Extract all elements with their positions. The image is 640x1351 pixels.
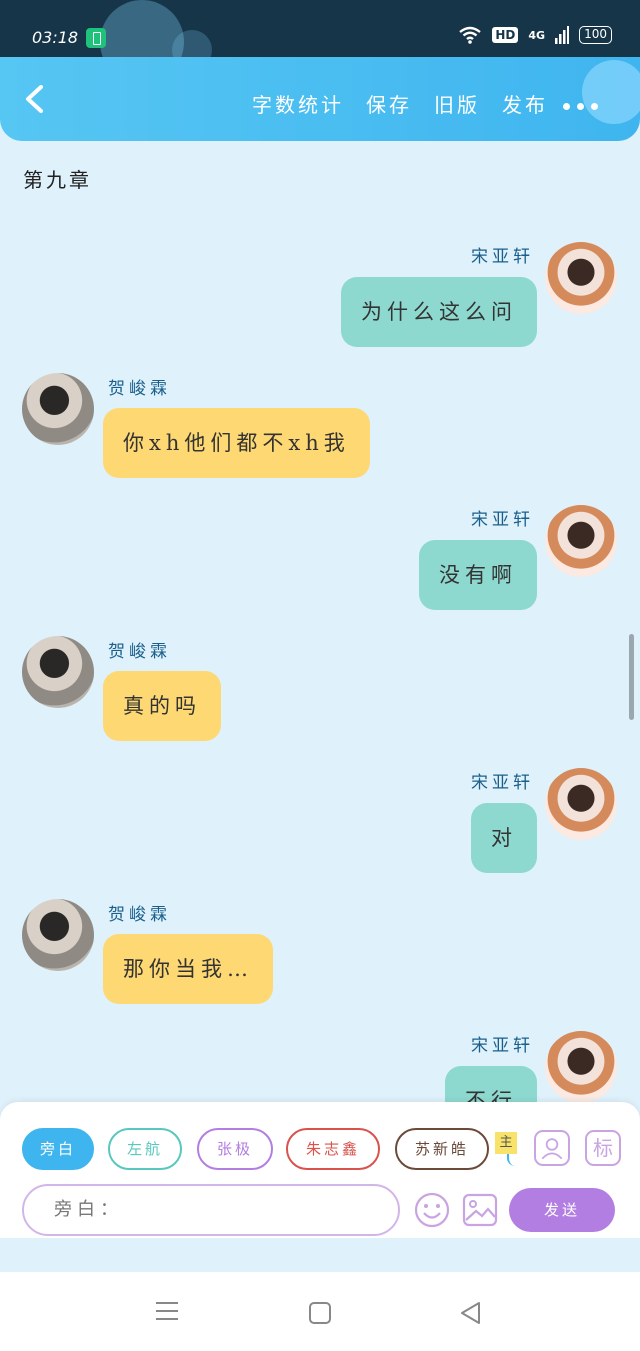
role-chip-narration[interactable]: 旁白 [22, 1128, 94, 1170]
recent-apps-icon[interactable] [156, 1302, 178, 1326]
avatar[interactable] [545, 768, 617, 840]
main-role-tag-pointer [507, 1154, 517, 1166]
image-icon[interactable] [462, 1192, 498, 1228]
sender-name: 贺峻霖 [108, 379, 171, 399]
emoji-icon[interactable] [414, 1192, 450, 1228]
sender-name: 宋亚轩 [471, 510, 534, 530]
network-label: 4G [528, 28, 546, 42]
send-button[interactable]: 发送 [509, 1188, 615, 1232]
top-navigation: 字数统计 保存 旧版 发布 [0, 57, 640, 141]
composer-panel: 旁白 左航 张极 朱志鑫 苏新皓 主 标 旁白： 发送 [0, 1102, 640, 1238]
role-chip[interactable]: 左航 [108, 1128, 182, 1170]
home-icon[interactable] [309, 1302, 331, 1324]
avatar[interactable] [22, 373, 94, 445]
more-icon[interactable] [563, 103, 598, 110]
word-count-button[interactable]: 字数统计 [252, 89, 344, 118]
sender-name: 宋亚轩 [471, 247, 534, 267]
clock: 03:18 [32, 28, 79, 47]
battery-indicator: 100 [579, 26, 612, 44]
back-icon[interactable] [22, 85, 48, 113]
save-button[interactable]: 保存 [366, 89, 412, 118]
role-chip[interactable]: 张极 [197, 1128, 273, 1170]
mark-icon[interactable]: 标 [585, 1130, 621, 1166]
message-bubble[interactable]: 真的吗 [103, 671, 221, 741]
role-chip[interactable]: 朱志鑫 [286, 1128, 380, 1170]
system-back-icon[interactable] [458, 1300, 484, 1326]
main-role-tag[interactable]: 主 [495, 1132, 517, 1154]
sender-name: 贺峻霖 [108, 905, 171, 925]
sender-name: 宋亚轩 [471, 773, 534, 793]
decor-bubble [172, 30, 212, 58]
hd-badge: HD [492, 27, 519, 43]
old-version-button[interactable]: 旧版 [434, 89, 480, 118]
sender-name: 贺峻霖 [108, 642, 171, 662]
scrollbar[interactable] [629, 634, 634, 720]
header-menu: 字数统计 保存 旧版 发布 [252, 89, 548, 118]
signal-icon [555, 26, 570, 44]
system-navigation-bar [0, 1272, 640, 1351]
message-bubble[interactable]: 那你当我… [103, 934, 273, 1004]
sender-name: 宋亚轩 [471, 1036, 534, 1056]
dialogue-input[interactable]: 旁白： [22, 1184, 400, 1236]
avatar[interactable] [545, 505, 617, 577]
battery-saver-icon [86, 28, 106, 48]
publish-button[interactable]: 发布 [502, 89, 548, 118]
spacer [0, 1238, 640, 1272]
status-bar: 03:18 HD 4G 100 [0, 0, 640, 58]
message-bubble[interactable]: 对 [471, 803, 537, 873]
wifi-icon [459, 26, 482, 44]
avatar[interactable] [545, 242, 617, 314]
avatar[interactable] [22, 636, 94, 708]
status-icons: HD 4G 100 [458, 26, 612, 44]
avatar[interactable] [22, 899, 94, 971]
role-chip[interactable]: 苏新皓 [395, 1128, 489, 1170]
avatar[interactable] [545, 1031, 617, 1103]
message-bubble[interactable]: 为什么这么问 [341, 277, 537, 347]
message-bubble[interactable]: 你xh他们都不xh我 [103, 408, 370, 478]
decor-bubble [582, 60, 640, 124]
chapter-title: 第九章 [23, 168, 92, 192]
contact-icon[interactable] [534, 1130, 570, 1166]
message-bubble[interactable]: 没有啊 [419, 540, 537, 610]
